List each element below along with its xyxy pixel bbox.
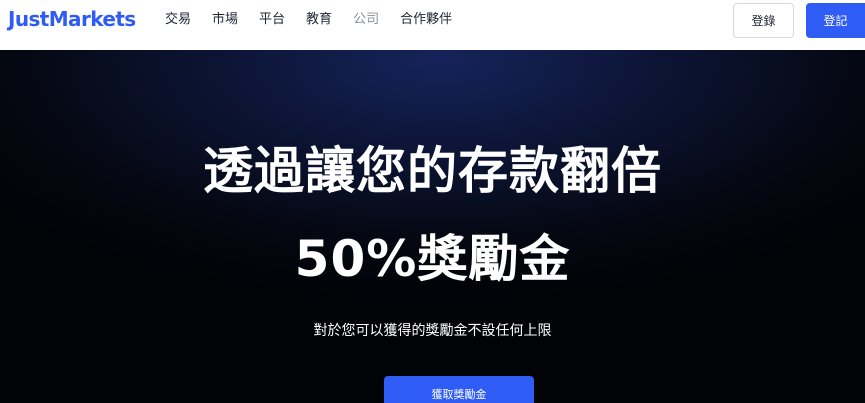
page: JustMarkets 交易 市場 平台 教育 公司 合作夥伴 登錄 登記 透過… [0, 0, 865, 403]
nav-item-education[interactable]: 教育 [306, 12, 332, 28]
login-button[interactable]: 登錄 [733, 3, 794, 38]
get-bonus-button[interactable]: 獲取獎勵金 [384, 376, 534, 403]
justmarkets-logo[interactable]: JustMarkets [8, 6, 136, 32]
hero-banner: 透過讓您的存款翻倍 50%獎勵金 對於您可以獲得的獎勵金不設任何上限 獲取獎勵金 [0, 50, 865, 403]
main-nav: 交易 市場 平台 教育 公司 合作夥伴 [165, 12, 473, 28]
hero-headline-line1: 透過讓您的存款翻倍 [203, 142, 662, 200]
nav-item-platforms[interactable]: 平台 [259, 12, 285, 28]
hero-subtitle: 對於您可以獲得的獎勵金不設任何上限 [313, 323, 552, 339]
top-navbar: JustMarkets 交易 市場 平台 教育 公司 合作夥伴 登錄 登記 [0, 0, 865, 50]
hero-headline-line2: 50%獎勵金 [294, 230, 571, 288]
nav-item-partners[interactable]: 合作夥伴 [400, 12, 452, 28]
nav-item-markets[interactable]: 市場 [212, 12, 238, 28]
register-button[interactable]: 登記 [806, 3, 865, 38]
nav-item-trading[interactable]: 交易 [165, 12, 191, 28]
nav-item-company[interactable]: 公司 [353, 12, 379, 28]
